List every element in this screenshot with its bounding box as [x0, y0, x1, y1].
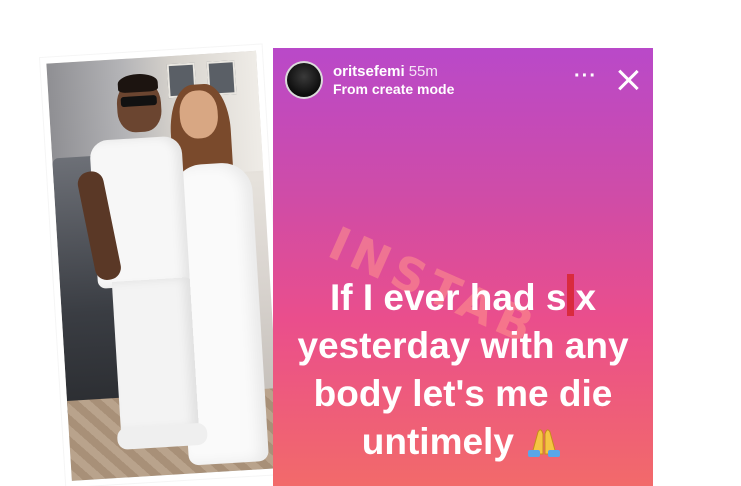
username-row: oritsefemi 55m: [333, 63, 574, 80]
folded-hands-icon: [528, 429, 561, 457]
story-line-2: yesterday with any: [297, 325, 629, 366]
username[interactable]: oritsefemi: [333, 63, 405, 80]
censor-bar: [567, 274, 575, 316]
man-white-pants: [111, 277, 199, 432]
avatar[interactable]: [285, 61, 323, 99]
instagram-story: oritsefemi 55m From create mode ··· INSTA…: [273, 48, 653, 486]
story-line-4: untimely: [273, 418, 653, 466]
story-header: oritsefemi 55m From create mode ···: [285, 58, 641, 102]
photo-scene: [46, 50, 282, 481]
close-icon[interactable]: [615, 67, 641, 93]
collage: oritsefemi 55m From create mode ··· INSTA…: [0, 0, 741, 486]
story-text: If I ever had sx yesterday with any body…: [273, 274, 653, 466]
post-time: 55m: [408, 63, 438, 81]
woman-face: [178, 89, 220, 140]
story-line-1-part-a: If I ever had s: [329, 277, 567, 318]
more-dots-icon[interactable]: ···: [574, 66, 597, 86]
story-line-4-text: untimely: [361, 421, 514, 462]
story-line-3: body let's me die: [313, 373, 613, 414]
story-line-1-part-b: x: [575, 277, 597, 318]
story-meta: oritsefemi 55m From create mode: [333, 63, 574, 96]
story-subtitle: From create mode: [333, 80, 455, 97]
couple-photo: [40, 44, 288, 486]
story-line-1: If I ever had sx: [273, 274, 653, 322]
